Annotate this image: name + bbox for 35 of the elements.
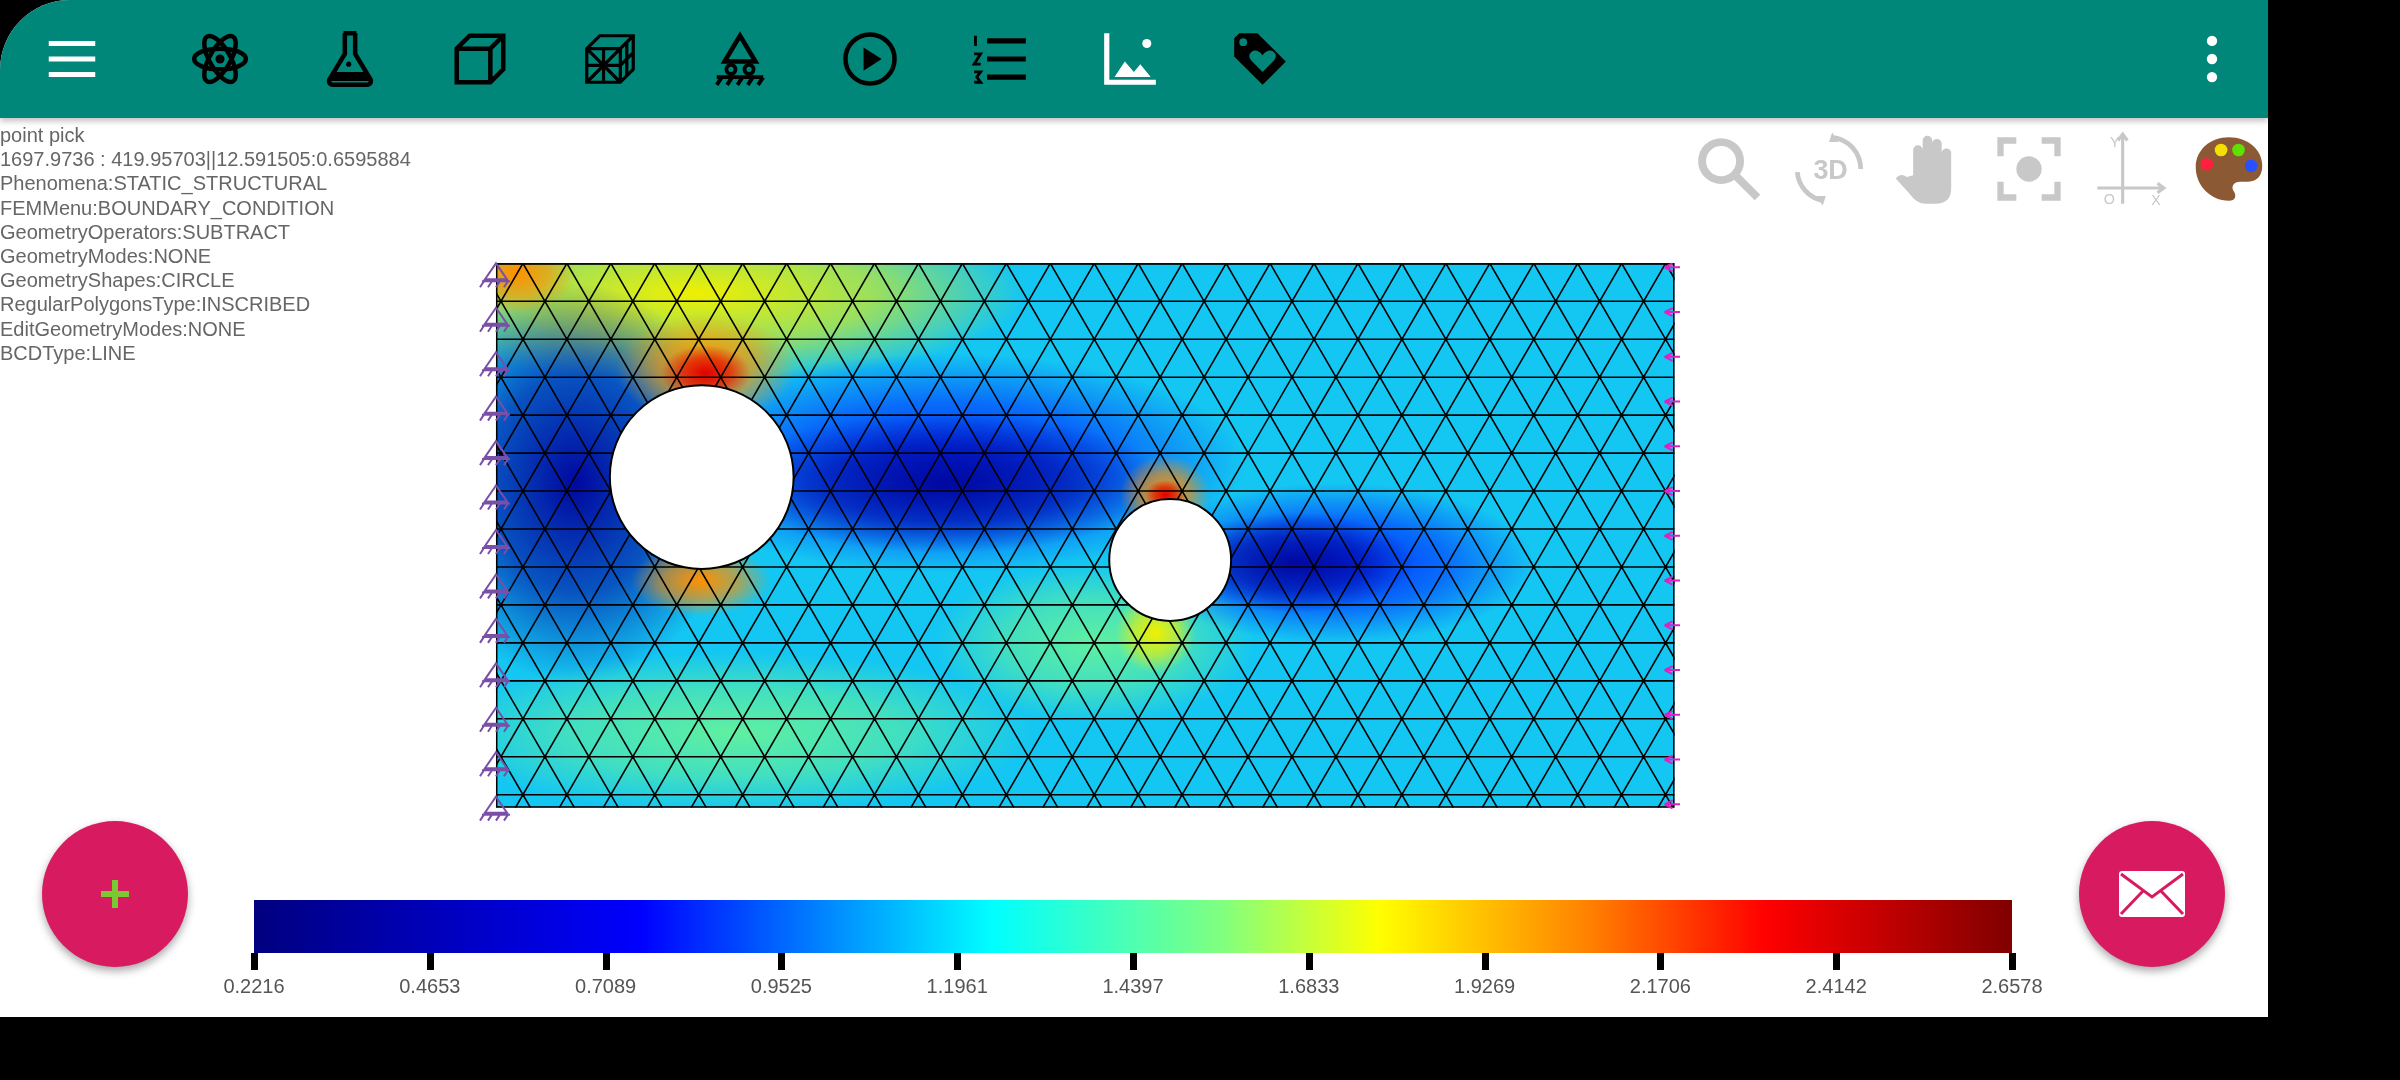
envelope-icon	[2117, 869, 2187, 919]
status-text: GeometryShapes:CIRCLE	[0, 268, 236, 293]
scale-label: 2.6578	[1981, 975, 2043, 998]
tick-mark	[1130, 953, 1137, 970]
tick-mark	[602, 953, 610, 970]
scale-label: 0.2216	[223, 975, 285, 998]
add-button[interactable]	[42, 821, 188, 967]
status-text: GeometryModes:NONE	[0, 244, 213, 269]
scale-label: 1.9269	[1454, 975, 1516, 998]
tick-mark	[1305, 953, 1313, 970]
status-text: EditGeometryModes:NONE	[0, 316, 247, 341]
scale-label: 0.4653	[399, 975, 461, 998]
scale-label: 2.1706	[1629, 975, 1691, 998]
tick-mark	[778, 953, 786, 970]
status-text: FEMMenu:BOUNDARY_CONDITION	[0, 195, 336, 220]
tick-mark	[954, 953, 962, 970]
mail-button[interactable]	[2079, 821, 2225, 967]
status-text: Phenomena:STATIC_STRUCTURAL	[0, 171, 329, 196]
tick-mark	[251, 953, 258, 970]
scale-label: 0.9525	[750, 975, 812, 998]
scale-label: 1.6833	[1278, 975, 1340, 998]
scale-label: 0.7089	[575, 975, 637, 998]
status-text: GeometryOperators:SUBTRACT	[0, 220, 292, 244]
status-text: BCDType:LINE	[0, 340, 137, 366]
status-text: 1697.9736 : 419.95703||12.591505:0.6595884	[0, 147, 412, 172]
tick-mark	[1481, 953, 1489, 970]
tick-mark	[1657, 953, 1665, 970]
scale-label: 1.4397	[1102, 975, 1164, 998]
status-text: point pick	[0, 123, 86, 148]
scale-label: 2.4142	[1805, 975, 1867, 998]
tick-mark	[426, 953, 434, 970]
tick-mark	[2009, 953, 2016, 970]
scale-label: 1.1961	[926, 975, 988, 998]
tick-mark	[1833, 953, 1841, 970]
status-text: RegularPolygonsType:INSCRIBED	[0, 292, 312, 317]
